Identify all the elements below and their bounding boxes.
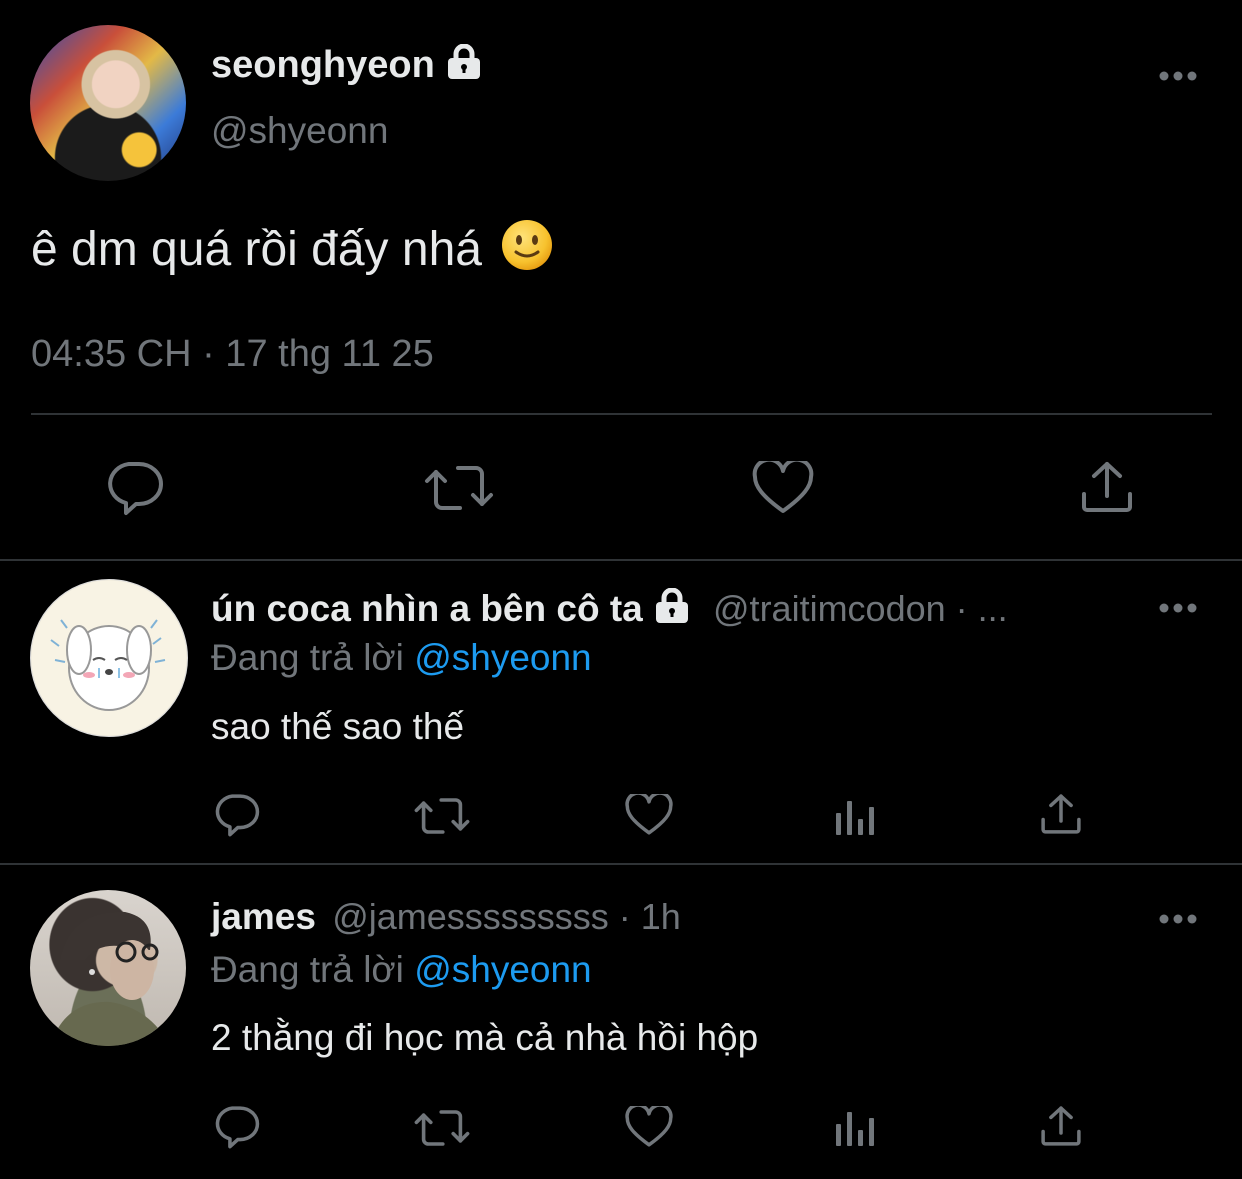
like-icon[interactable]	[625, 791, 673, 841]
more-options-icon[interactable]	[1158, 601, 1198, 613]
like-icon[interactable]	[752, 457, 814, 520]
reply-header[interactable]: ún coca nhìn a bên cô ta @traitimcodon ·…	[211, 587, 1008, 633]
reply-handle[interactable]: @jamesssssssss · 1h	[332, 896, 681, 937]
avatar[interactable]	[30, 890, 186, 1046]
lock-icon	[651, 587, 693, 633]
analytics-icon[interactable]	[834, 797, 878, 842]
reply-display-name[interactable]: ún coca nhìn a bên cô ta	[211, 588, 643, 629]
reply-text: 2 thằng đi học mà cả nhà hồi hộp	[211, 1017, 759, 1058]
reply-tweet[interactable]: ún coca nhìn a bên cô ta @traitimcodon ·…	[0, 561, 1242, 863]
more-options-icon[interactable]	[1158, 69, 1198, 81]
author-display-name[interactable]: seonghyeon	[211, 44, 435, 86]
reply-text: sao thế sao thế	[211, 706, 465, 747]
avatar[interactable]	[30, 25, 186, 181]
more-options-icon[interactable]	[1158, 912, 1198, 924]
retweet-icon[interactable]	[414, 795, 470, 842]
person-photo-icon	[50, 911, 170, 1046]
replying-prefix: Đang trả lời	[211, 949, 404, 990]
reply-tweet[interactable]: james @jamesssssssss · 1h Đang trả lời @…	[0, 865, 1242, 1179]
cartoon-dog-icon	[50, 619, 166, 711]
author-handle[interactable]: @shyeonn	[211, 110, 388, 152]
reply-icon[interactable]	[214, 793, 260, 842]
replying-to-line: Đang trả lời @shyeonn	[211, 949, 592, 991]
tweet-body: ê dm quá rồi đấy nhá	[31, 223, 482, 276]
retweet-icon[interactable]	[414, 1107, 470, 1154]
reply-display-name[interactable]: james	[211, 896, 316, 937]
replying-to-line: Đang trả lời @shyeonn	[211, 637, 592, 679]
reply-icon[interactable]	[214, 1105, 260, 1154]
reply-handle[interactable]: @traitimcodon · ...	[713, 588, 1008, 629]
slightly-smiling-face-icon	[501, 219, 553, 283]
thread-view: seonghyeon @shyeonn ê dm quá rồi đấy nhá	[0, 0, 1242, 1179]
lock-icon	[443, 43, 485, 90]
replying-prefix: Đang trả lời	[211, 637, 404, 678]
avatar[interactable]	[30, 579, 188, 737]
main-tweet: seonghyeon @shyeonn ê dm quá rồi đấy nhá	[0, 0, 1242, 560]
share-icon[interactable]	[1040, 793, 1082, 840]
divider	[31, 413, 1212, 415]
like-icon[interactable]	[625, 1103, 673, 1153]
reply-header[interactable]: james @jamesssssssss · 1h	[211, 896, 681, 938]
share-icon[interactable]	[1080, 460, 1134, 519]
analytics-icon[interactable]	[834, 1108, 878, 1153]
share-icon[interactable]	[1040, 1105, 1082, 1152]
reply-icon[interactable]	[106, 460, 164, 521]
mention-link[interactable]: @shyeonn	[414, 949, 591, 990]
author-name-row[interactable]: seonghyeon	[211, 43, 485, 90]
tweet-text: ê dm quá rồi đấy nhá	[31, 219, 553, 283]
mention-link[interactable]: @shyeonn	[414, 637, 591, 678]
retweet-icon[interactable]	[424, 462, 494, 519]
tweet-timestamp[interactable]: 04:35 CH · 17 thg 11 25	[31, 333, 434, 376]
